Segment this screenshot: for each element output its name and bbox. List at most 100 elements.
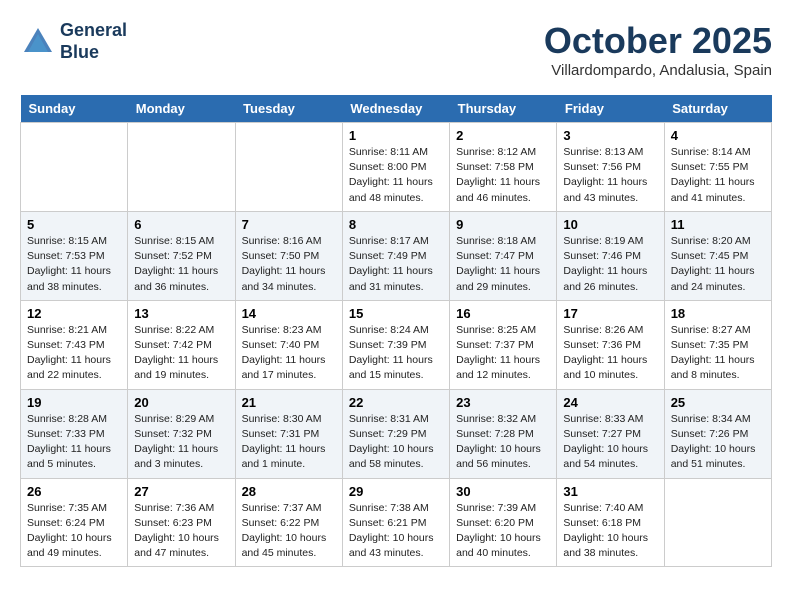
cell-content: Sunrise: 8:34 AMSunset: 7:26 PMDaylight:… [671,412,765,473]
calendar-cell: 20Sunrise: 8:29 AMSunset: 7:32 PMDayligh… [128,389,235,478]
weekday-header-friday: Friday [557,95,664,123]
calendar-cell: 15 Sunrise: 8:24 AMSunset: 7:39 PMDayligh… [342,300,449,389]
cell-content: Sunrise: 8:29 AMSunset: 7:32 PMDaylight:… [134,412,228,473]
cell-content: Sunrise: 8:18 AMSunset: 7:47 PMDaylight:… [456,234,550,295]
day-number: 3 [563,128,657,143]
day-number: 29 [349,484,443,499]
day-number: 25 [671,395,765,410]
day-number: 11 [671,217,765,232]
day-number: 7 [242,217,336,232]
month-title: October 2025 [544,20,772,62]
calendar-cell: 31 Sunrise: 7:40 AMSunset: 6:18 PMDayligh… [557,478,664,567]
day-number: 23 [456,395,550,410]
calendar-cell: 29 Sunrise: 7:38 AMSunset: 6:21 PMDayligh… [342,478,449,567]
weekday-header-monday: Monday [128,95,235,123]
calendar-cell: 3 Sunrise: 8:13 AMSunset: 7:56 PMDaylight… [557,123,664,212]
day-number: 4 [671,128,765,143]
cell-content: Sunrise: 8:20 AMSunset: 7:45 PMDaylight:… [671,234,765,295]
cell-content: Sunrise: 7:38 AMSunset: 6:21 PMDaylight:… [349,501,443,562]
day-number: 18 [671,306,765,321]
day-number: 24 [563,395,657,410]
cell-content: Sunrise: 8:13 AMSunset: 7:56 PMDaylight:… [563,145,657,206]
cell-content: Sunrise: 7:37 AMSunset: 6:22 PMDaylight:… [242,501,336,562]
calendar-cell [21,123,128,212]
day-number: 27 [134,484,228,499]
calendar-cell: 7 Sunrise: 8:16 AMSunset: 7:50 PMDaylight… [235,211,342,300]
cell-content: Sunrise: 8:15 AMSunset: 7:52 PMDaylight:… [134,234,228,295]
day-number: 12 [27,306,121,321]
calendar-table: SundayMondayTuesdayWednesdayThursdayFrid… [20,95,772,567]
day-number: 5 [27,217,121,232]
calendar-cell: 11 Sunrise: 8:20 AMSunset: 7:45 PMDayligh… [664,211,771,300]
day-number: 6 [134,217,228,232]
week-row-4: 19 Sunrise: 8:28 AMSunset: 7:33 PMDayligh… [21,389,772,478]
calendar-cell: 27 Sunrise: 7:36 AMSunset: 6:23 PMDayligh… [128,478,235,567]
weekday-header-tuesday: Tuesday [235,95,342,123]
calendar-cell: 9Sunrise: 8:18 AMSunset: 7:47 PMDaylight… [450,211,557,300]
page-header: General Blue October 2025 Villardompardo… [20,20,772,79]
calendar-cell: 18Sunrise: 8:27 AMSunset: 7:35 PMDayligh… [664,300,771,389]
cell-content: Sunrise: 8:17 AMSunset: 7:49 PMDaylight:… [349,234,443,295]
logo: General Blue [20,20,127,63]
logo-text: General Blue [60,20,127,63]
cell-content: Sunrise: 7:35 AMSunset: 6:24 PMDaylight:… [27,501,121,562]
title-block: October 2025 Villardompardo, Andalusia, … [544,20,772,79]
calendar-cell: 25 Sunrise: 8:34 AMSunset: 7:26 PMDayligh… [664,389,771,478]
cell-content: Sunrise: 8:22 AMSunset: 7:42 PMDaylight:… [134,323,228,384]
cell-content: Sunrise: 8:21 AMSunset: 7:43 PMDaylight:… [27,323,121,384]
cell-content: Sunrise: 8:31 AMSunset: 7:29 PMDaylight:… [349,412,443,473]
day-number: 1 [349,128,443,143]
day-number: 16 [456,306,550,321]
weekday-header-thursday: Thursday [450,95,557,123]
cell-content: Sunrise: 8:30 AMSunset: 7:31 PMDaylight:… [242,412,336,473]
day-number: 17 [563,306,657,321]
cell-content: Sunrise: 8:25 AMSunset: 7:37 PMDaylight:… [456,323,550,384]
day-number: 31 [563,484,657,499]
cell-content: Sunrise: 7:40 AMSunset: 6:18 PMDaylight:… [563,501,657,562]
cell-content: Sunrise: 8:12 AMSunset: 7:58 PMDaylight:… [456,145,550,206]
cell-content: Sunrise: 7:39 AMSunset: 6:20 PMDaylight:… [456,501,550,562]
cell-content: Sunrise: 8:16 AMSunset: 7:50 PMDaylight:… [242,234,336,295]
cell-content: Sunrise: 8:28 AMSunset: 7:33 PMDaylight:… [27,412,121,473]
calendar-cell: 21Sunrise: 8:30 AMSunset: 7:31 PMDayligh… [235,389,342,478]
calendar-cell: 28 Sunrise: 7:37 AMSunset: 6:22 PMDayligh… [235,478,342,567]
calendar-cell: 23 Sunrise: 8:32 AMSunset: 7:28 PMDayligh… [450,389,557,478]
calendar-cell [235,123,342,212]
day-number: 26 [27,484,121,499]
calendar-cell: 19 Sunrise: 8:28 AMSunset: 7:33 PMDayligh… [21,389,128,478]
calendar-cell: 8 Sunrise: 8:17 AMSunset: 7:49 PMDaylight… [342,211,449,300]
cell-content: Sunrise: 7:36 AMSunset: 6:23 PMDaylight:… [134,501,228,562]
calendar-cell: 26 Sunrise: 7:35 AMSunset: 6:24 PMDayligh… [21,478,128,567]
day-number: 28 [242,484,336,499]
calendar-cell: 17Sunrise: 8:26 AMSunset: 7:36 PMDayligh… [557,300,664,389]
weekday-header-row: SundayMondayTuesdayWednesdayThursdayFrid… [21,95,772,123]
calendar-cell: 22 Sunrise: 8:31 AMSunset: 7:29 PMDayligh… [342,389,449,478]
cell-content: Sunrise: 8:14 AMSunset: 7:55 PMDaylight:… [671,145,765,206]
calendar-cell: 1 Sunrise: 8:11 AMSunset: 8:00 PMDaylight… [342,123,449,212]
calendar-cell: 4 Sunrise: 8:14 AMSunset: 7:55 PMDaylight… [664,123,771,212]
day-number: 19 [27,395,121,410]
calendar-cell: 12 Sunrise: 8:21 AMSunset: 7:43 PMDayligh… [21,300,128,389]
cell-content: Sunrise: 8:11 AMSunset: 8:00 PMDaylight:… [349,145,443,206]
calendar-cell: 24 Sunrise: 8:33 AMSunset: 7:27 PMDayligh… [557,389,664,478]
calendar-cell: 30Sunrise: 7:39 AMSunset: 6:20 PMDayligh… [450,478,557,567]
calendar-cell: 5Sunrise: 8:15 AMSunset: 7:53 PMDaylight… [21,211,128,300]
calendar-cell [664,478,771,567]
cell-content: Sunrise: 8:19 AMSunset: 7:46 PMDaylight:… [563,234,657,295]
cell-content: Sunrise: 8:32 AMSunset: 7:28 PMDaylight:… [456,412,550,473]
cell-content: Sunrise: 8:33 AMSunset: 7:27 PMDaylight:… [563,412,657,473]
cell-content: Sunrise: 8:24 AMSunset: 7:39 PMDaylight:… [349,323,443,384]
location: Villardompardo, Andalusia, Spain [544,62,772,79]
week-row-2: 5Sunrise: 8:15 AMSunset: 7:53 PMDaylight… [21,211,772,300]
day-number: 15 [349,306,443,321]
day-number: 2 [456,128,550,143]
calendar-cell: 10Sunrise: 8:19 AMSunset: 7:46 PMDayligh… [557,211,664,300]
calendar-cell: 16 Sunrise: 8:25 AMSunset: 7:37 PMDayligh… [450,300,557,389]
day-number: 8 [349,217,443,232]
week-row-3: 12 Sunrise: 8:21 AMSunset: 7:43 PMDayligh… [21,300,772,389]
day-number: 22 [349,395,443,410]
weekday-header-saturday: Saturday [664,95,771,123]
day-number: 13 [134,306,228,321]
week-row-5: 26 Sunrise: 7:35 AMSunset: 6:24 PMDayligh… [21,478,772,567]
calendar-cell: 2 Sunrise: 8:12 AMSunset: 7:58 PMDaylight… [450,123,557,212]
